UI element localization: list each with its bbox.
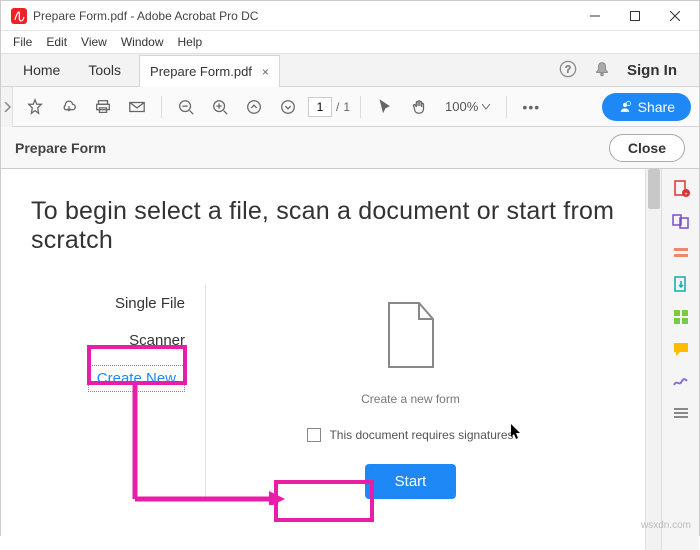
page-current-input[interactable] <box>308 97 332 117</box>
organize-pages-icon[interactable] <box>671 307 691 327</box>
edit-pdf-icon[interactable] <box>671 243 691 263</box>
fill-sign-icon[interactable] <box>671 371 691 391</box>
option-subtext: Create a new form <box>206 392 615 406</box>
window-close-button[interactable] <box>655 2 695 30</box>
workspace: To begin select a file, scan a document … <box>1 169 699 550</box>
help-icon[interactable]: ? <box>559 60 577 81</box>
zoom-in-icon[interactable] <box>206 93 234 121</box>
menu-file[interactable]: File <box>7 33 38 51</box>
save-cloud-icon[interactable] <box>55 93 83 121</box>
share-button[interactable]: Share <box>602 93 691 121</box>
window-maximize-button[interactable] <box>615 2 655 30</box>
content-area: To begin select a file, scan a document … <box>1 169 645 550</box>
window-titlebar: Prepare Form.pdf - Adobe Acrobat Pro DC <box>1 1 699 31</box>
combine-files-icon[interactable] <box>671 211 691 231</box>
tab-tools[interactable]: Tools <box>74 54 135 86</box>
page-total: 1 <box>343 100 350 114</box>
svg-text:+: + <box>684 192 688 198</box>
tool-header-bar: Prepare Form Close <box>1 127 699 169</box>
more-tools-icon[interactable]: ••• <box>517 93 545 121</box>
menu-help[interactable]: Help <box>172 33 209 51</box>
signatures-checkbox-row[interactable]: This document requires signatures <box>206 428 615 442</box>
option-create-new[interactable]: Create New <box>88 365 185 392</box>
scrollbar-thumb[interactable] <box>648 169 660 209</box>
vertical-scrollbar[interactable] <box>645 169 661 550</box>
zoom-out-icon[interactable] <box>172 93 200 121</box>
new-file-icon <box>381 299 441 371</box>
document-tab[interactable]: Prepare Form.pdf × <box>139 55 280 87</box>
checkbox-icon[interactable] <box>307 428 321 442</box>
window-title: Prepare Form.pdf - Adobe Acrobat Pro DC <box>33 9 575 23</box>
star-icon[interactable] <box>21 93 49 121</box>
page-indicator: / 1 <box>308 97 350 117</box>
zoom-dropdown[interactable]: 100% <box>439 99 496 114</box>
tab-home[interactable]: Home <box>9 54 74 86</box>
right-tools-panel: + <box>661 169 699 550</box>
tool-title: Prepare Form <box>15 140 106 156</box>
headline: To begin select a file, scan a document … <box>31 197 615 255</box>
page-down-icon[interactable] <box>274 93 302 121</box>
more-tools-panel-icon[interactable] <box>671 403 691 423</box>
watermark: wsxdn.com <box>641 520 691 531</box>
print-icon[interactable] <box>89 93 117 121</box>
document-tab-close-icon[interactable]: × <box>262 65 269 79</box>
option-detail-panel: Create a new form This document requires… <box>206 285 615 499</box>
menu-window[interactable]: Window <box>115 33 170 51</box>
mail-icon[interactable] <box>123 93 151 121</box>
menu-edit[interactable]: Edit <box>40 33 73 51</box>
export-pdf-icon[interactable] <box>671 275 691 295</box>
cursor-icon <box>511 424 523 440</box>
tab-bar: Home Tools Prepare Form.pdf × ? Sign In <box>1 53 699 87</box>
window-minimize-button[interactable] <box>575 2 615 30</box>
menu-bar: File Edit View Window Help <box>1 31 699 53</box>
selection-tool-icon[interactable] <box>371 93 399 121</box>
menu-view[interactable]: View <box>75 33 113 51</box>
start-button[interactable]: Start <box>365 464 457 499</box>
source-options: Single File Scanner Create New <box>31 285 206 499</box>
sign-in-link[interactable]: Sign In <box>627 62 677 79</box>
option-single-file[interactable]: Single File <box>31 285 185 322</box>
option-scanner[interactable]: Scanner <box>31 322 185 359</box>
close-tool-button[interactable]: Close <box>609 134 685 162</box>
svg-text:?: ? <box>565 64 571 75</box>
create-pdf-icon[interactable]: + <box>671 179 691 199</box>
notifications-icon[interactable] <box>593 60 611 81</box>
main-toolbar: / 1 100% ••• Share <box>13 87 699 127</box>
page-up-icon[interactable] <box>240 93 268 121</box>
sidebar-toggle[interactable] <box>1 87 13 127</box>
checkbox-label: This document requires signatures <box>329 428 513 442</box>
document-tab-label: Prepare Form.pdf <box>150 64 252 79</box>
hand-tool-icon[interactable] <box>405 93 433 121</box>
acrobat-app-icon <box>11 8 27 24</box>
comment-icon[interactable] <box>671 339 691 359</box>
